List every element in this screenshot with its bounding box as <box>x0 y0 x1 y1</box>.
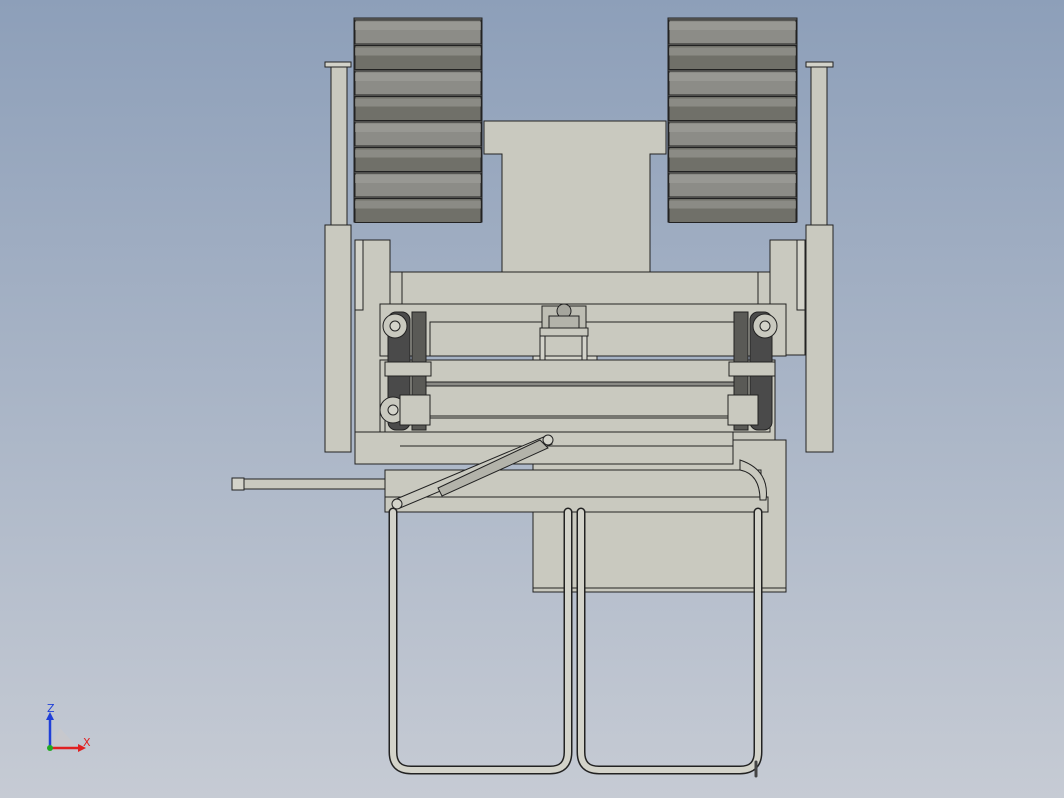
z-axis-label: Z <box>47 702 55 715</box>
left-track-slat-highlight <box>355 175 481 183</box>
left-track-slat-highlight <box>355 22 481 30</box>
left-track <box>353 17 483 223</box>
right-track-slat-highlight <box>669 47 796 56</box>
axis-triad[interactable]: Z X <box>46 702 91 752</box>
left-linkage <box>379 311 432 431</box>
right-linkage <box>727 311 778 431</box>
right-track-slat-highlight <box>669 200 796 209</box>
left-track-slat-highlight <box>355 124 481 132</box>
y-axis-dot <box>47 745 53 751</box>
x-axis-label: X <box>83 736 91 749</box>
right-track-slat-highlight <box>669 73 796 81</box>
left-track-slat-highlight <box>355 98 481 107</box>
left-track-slat-highlight <box>355 200 481 209</box>
right-track-slat-highlight <box>669 175 796 183</box>
right-outrigger <box>805 61 834 453</box>
cad-viewport[interactable]: Z X <box>0 0 1064 798</box>
left-outrigger <box>324 61 352 453</box>
left-track-slat-highlight <box>355 149 481 158</box>
left-track-slat-highlight <box>355 73 481 81</box>
center-body <box>483 120 667 273</box>
cad-drawing: Z X <box>46 17 834 778</box>
right-track-slat-highlight <box>669 98 796 107</box>
right-track-slat-highlight <box>669 22 796 30</box>
right-track-slat-highlight <box>669 124 796 132</box>
left-track-slat-highlight <box>355 47 481 56</box>
right-track <box>667 17 798 223</box>
right-track-slat-highlight <box>669 149 796 158</box>
